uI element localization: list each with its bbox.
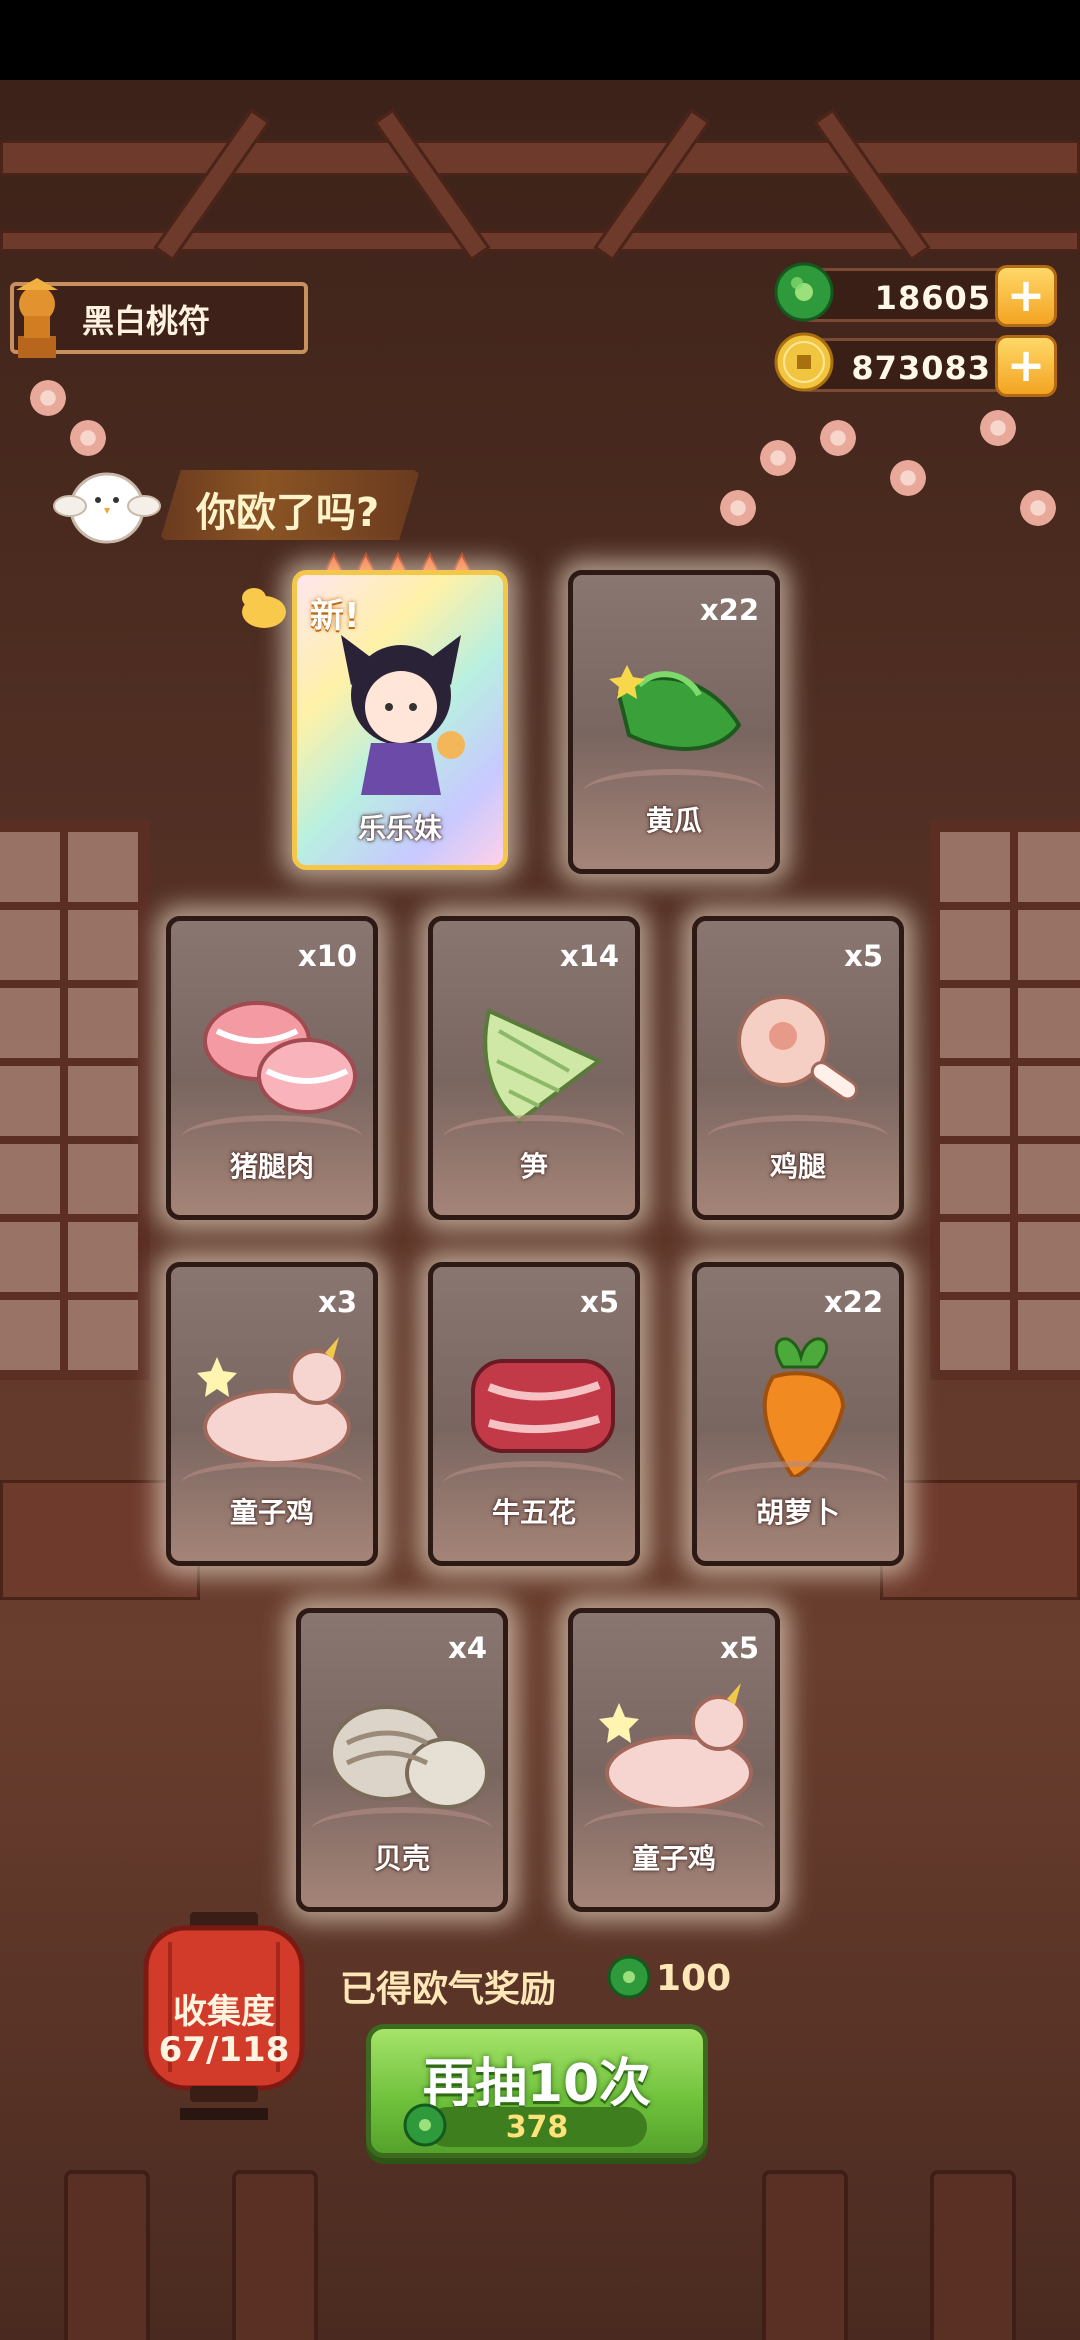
- item-label: 黄瓜: [645, 804, 702, 837]
- blossom: [1020, 490, 1056, 526]
- chicken-leg-icon: [737, 995, 858, 1101]
- item-label: 贝壳: [373, 1842, 430, 1875]
- status-bar: [0, 0, 1080, 80]
- draw-cost-value: 378: [505, 2110, 569, 2145]
- collection-label: 收集度: [173, 1992, 275, 2032]
- item-qty: x14: [559, 939, 619, 973]
- item-card-carrot[interactable]: x22 胡萝卜: [692, 1262, 904, 1566]
- player-badge[interactable]: 黑白桃符: [10, 278, 308, 358]
- reward-value: 100: [656, 1958, 732, 1999]
- gold-coin-icon: [774, 332, 834, 392]
- young-chicken-icon: [197, 1337, 351, 1465]
- jade-currency: 18605 +: [774, 262, 1057, 327]
- character-icon: [341, 635, 465, 795]
- blossom: [30, 380, 66, 416]
- blossom: [890, 460, 926, 496]
- blossom: [980, 410, 1016, 446]
- pillar: [930, 2170, 1016, 2340]
- item-card-shell[interactable]: x4 贝壳: [296, 1608, 508, 1912]
- item-card-pork-leg[interactable]: x10 猪腿肉: [166, 916, 378, 1220]
- roof-beam: [0, 140, 1080, 176]
- add-coins-button[interactable]: +: [995, 335, 1057, 397]
- right-window: [930, 820, 1080, 1380]
- lucky-banner: 你欧了吗?: [160, 470, 420, 540]
- item-card-cucumber[interactable]: x22 黄瓜: [568, 570, 780, 874]
- item-label: 童子鸡: [229, 1496, 314, 1529]
- coin-currency: 873083 +: [774, 332, 1057, 397]
- draw-cost: 378: [403, 2103, 647, 2147]
- item-qty: x22: [699, 593, 759, 627]
- item-qty: x10: [297, 939, 357, 973]
- collection-progress: 67/118: [158, 2030, 290, 2070]
- item-qty: x5: [844, 939, 883, 973]
- item-label: 猪腿肉: [229, 1150, 314, 1183]
- add-jade-button[interactable]: +: [995, 265, 1057, 327]
- pillar: [232, 2170, 318, 2340]
- jade-coin-icon: [774, 262, 834, 322]
- item-label: 胡萝卜: [755, 1496, 840, 1529]
- chick-mascot-icon: [53, 472, 161, 544]
- plus-icon: +: [1006, 338, 1046, 392]
- pillar: [762, 2170, 848, 2340]
- player-name: 黑白桃符: [82, 302, 211, 340]
- pork-leg-icon: [203, 1001, 357, 1114]
- blossom: [820, 420, 856, 456]
- carrot-icon: [762, 1337, 846, 1477]
- plus-icon: +: [1006, 268, 1046, 322]
- shell-icon: [329, 1705, 489, 1809]
- young-chicken-icon: [599, 1683, 753, 1811]
- cucumber-icon: [609, 665, 742, 751]
- collection-lantern[interactable]: 收集度 67/118: [140, 1912, 308, 2132]
- item-qty: x3: [318, 1285, 357, 1319]
- item-qty: x4: [448, 1631, 487, 1665]
- item-card-young-chicken-2[interactable]: x5 童子鸡: [568, 1608, 780, 1912]
- jade-coin-icon: [607, 1955, 651, 1999]
- beef-belly-icon: [471, 1359, 615, 1453]
- reward-label: 已得欧气奖励: [340, 1969, 557, 2010]
- item-qty: x5: [720, 1631, 759, 1665]
- item-card-young-chicken[interactable]: x3 童子鸡: [166, 1262, 378, 1566]
- statue-icon: [16, 278, 58, 358]
- item-card-beef-belly[interactable]: x5 牛五花: [428, 1262, 640, 1566]
- item-qty: x22: [823, 1285, 883, 1319]
- left-window: [0, 820, 150, 1380]
- bamboo-shoot-icon: [483, 1008, 603, 1124]
- blossom: [720, 490, 756, 526]
- new-tag-label: 新!: [310, 596, 360, 636]
- pillar: [64, 2170, 150, 2340]
- hero-card-label: 乐乐妹: [357, 812, 442, 845]
- jade-value: 18605: [874, 279, 991, 317]
- item-card-bamboo-shoot[interactable]: x14 笋: [428, 916, 640, 1220]
- item-label: 童子鸡: [631, 1842, 716, 1875]
- right-panel: [880, 1480, 1080, 1600]
- banner-text: 你欧了吗?: [196, 490, 380, 536]
- coin-value: 873083: [851, 349, 991, 387]
- item-label: 笋: [519, 1150, 548, 1183]
- item-qty: x5: [580, 1285, 619, 1319]
- blossom: [760, 440, 796, 476]
- item-label: 鸡腿: [769, 1150, 826, 1183]
- item-label: 牛五花: [491, 1496, 576, 1529]
- draw-10-button[interactable]: 再抽10次 378: [366, 2024, 708, 2158]
- item-card-chicken-leg[interactable]: x5 鸡腿: [692, 916, 904, 1220]
